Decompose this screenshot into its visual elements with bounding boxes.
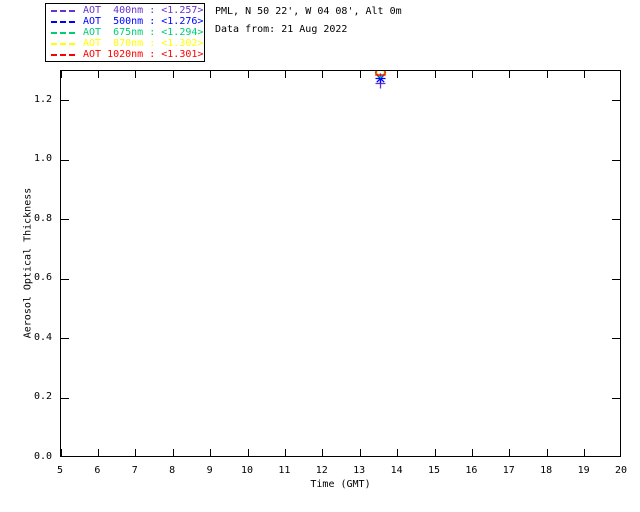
x-tick-label: 10	[240, 465, 254, 476]
x-tick-label: 9	[206, 465, 213, 476]
legend-item-label: AOT 400nm : <1.257>	[83, 5, 204, 16]
y-tick-left	[61, 159, 69, 161]
x-tick-label: 18	[540, 465, 553, 476]
x-tick-top	[172, 71, 174, 78]
marker-aot-1020nm	[374, 71, 387, 77]
x-tick-bottom	[172, 449, 174, 456]
x-tick-bottom	[359, 449, 361, 456]
x-tick-label: 16	[465, 465, 478, 476]
x-tick-bottom	[584, 449, 586, 456]
y-tick-label: 0.6	[33, 272, 52, 284]
x-tick-bottom	[284, 449, 286, 456]
x-tick-bottom	[509, 449, 511, 456]
legend-line-sample	[51, 53, 78, 56]
x-tick-bottom	[97, 449, 99, 456]
legend-line-sample	[51, 42, 78, 45]
x-tick-top	[284, 71, 286, 78]
x-tick-top	[61, 71, 62, 78]
x-tick-bottom	[135, 449, 137, 456]
legend-item-aot-870nm: AOT 870nm : <1.302>	[46, 38, 204, 49]
y-axis-label: Aerosol Optical Thickness	[22, 187, 34, 339]
y-tick-left	[61, 338, 69, 340]
x-tick-bottom	[61, 449, 62, 456]
x-tick-label: 19	[577, 465, 590, 476]
legend-item-aot-400nm: AOT 400nm : <1.257>	[46, 5, 204, 16]
x-tick-bottom	[546, 449, 548, 456]
y-tick-label: 1.0	[33, 153, 52, 165]
x-tick-bottom	[471, 449, 473, 456]
legend-item-aot-1020nm: AOT 1020nm : <1.301>	[46, 49, 204, 60]
x-tick-top	[546, 71, 548, 78]
y-tick-label: 0.0	[33, 451, 52, 462]
legend-item-label: AOT 1020nm : <1.301>	[83, 49, 204, 60]
legend-item-label: AOT 870nm : <1.302>	[83, 38, 204, 49]
y-tick-label: 0.4	[33, 331, 52, 343]
x-tick-top	[135, 71, 137, 78]
x-tick-label: 6	[94, 465, 101, 476]
x-tick-bottom	[322, 449, 324, 456]
y-tick-label: 0.8	[33, 212, 52, 224]
y-tick-right	[612, 219, 620, 221]
y-tick-left	[61, 397, 69, 399]
y-tick-left	[61, 278, 69, 280]
x-tick-label: 13	[353, 465, 366, 476]
x-tick-label: 15	[427, 465, 441, 476]
x-tick-top	[397, 71, 399, 78]
x-tick-label: 17	[502, 465, 515, 476]
x-tick-top	[247, 71, 249, 78]
x-tick-top	[471, 71, 473, 78]
square-marker-icon	[374, 71, 386, 76]
y-tick-label: 1.2	[33, 93, 52, 105]
x-axis-label: Time (GMT)	[310, 479, 371, 490]
x-tick-label: 14	[390, 465, 403, 476]
data-date: Data from: 21 Aug 2022	[215, 24, 348, 35]
y-tick-right	[612, 100, 620, 102]
legend-line-sample	[51, 20, 78, 23]
y-tick-right	[612, 159, 620, 161]
x-tick-label: 12	[315, 465, 328, 476]
x-tick-label: 5	[56, 465, 64, 476]
plot-title-block: PML, N 50 22', W 04 08', Alt 0m Data fro…	[215, 6, 402, 36]
x-tick-bottom	[247, 449, 249, 456]
x-tick-top	[509, 71, 511, 78]
x-tick-top	[359, 71, 361, 78]
x-tick-top	[97, 71, 99, 78]
x-tick-top	[584, 71, 586, 78]
legend-item-label: AOT 675nm : <1.294>	[83, 27, 204, 38]
legend-item-aot-500nm: AOT 500nm : <1.276>	[46, 16, 204, 27]
x-tick-label: 20	[614, 465, 628, 476]
x-tick-label: 7	[131, 465, 138, 476]
x-tick-label: 8	[169, 465, 176, 476]
legend-line-sample	[51, 9, 78, 12]
y-tick-label: 0.2	[33, 391, 52, 403]
y-tick-right	[612, 338, 620, 340]
x-tick-bottom	[210, 449, 212, 456]
x-tick-top	[210, 71, 212, 78]
plot-area	[60, 70, 621, 457]
legend: AOT 400nm : <1.257> AOT 500nm : <1.276> AO…	[45, 3, 205, 62]
aot-scatter-plot: AOT 400nm : <1.257> AOT 500nm : <1.276> AO…	[0, 0, 640, 512]
y-tick-right	[612, 278, 620, 280]
x-tick-label: 11	[278, 465, 291, 476]
y-tick-right	[612, 397, 620, 399]
station-title: PML, N 50 22', W 04 08', Alt 0m	[215, 6, 402, 17]
y-tick-left	[61, 219, 69, 221]
x-tick-top	[322, 71, 324, 78]
legend-item-aot-675nm: AOT 675nm : <1.294>	[46, 27, 204, 38]
legend-line-sample	[51, 31, 78, 34]
x-tick-bottom	[434, 449, 436, 456]
y-tick-left	[61, 100, 69, 102]
x-tick-top	[434, 71, 436, 78]
x-tick-bottom	[397, 449, 399, 456]
legend-item-label: AOT 500nm : <1.276>	[83, 16, 204, 27]
